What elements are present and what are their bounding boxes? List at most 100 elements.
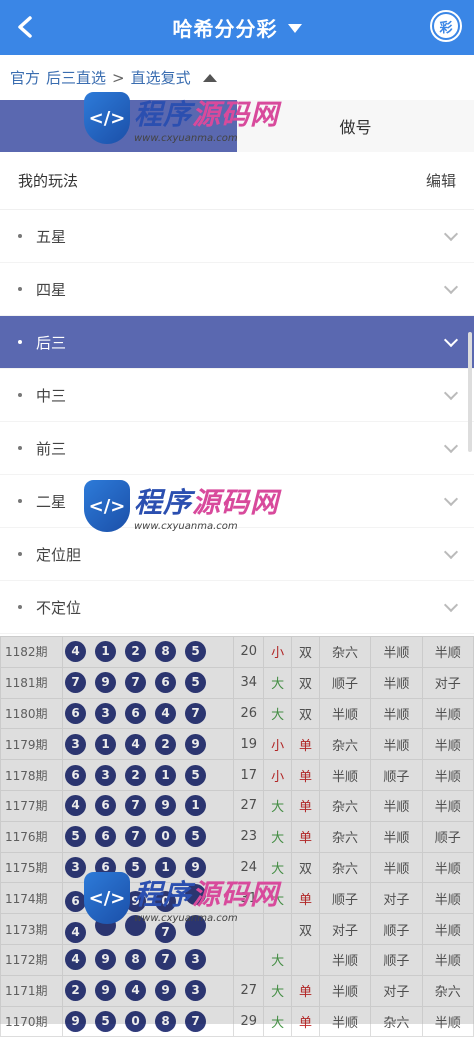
table-row: 1172期 4 9 8 7 3 大半顺 顺子 半顺 [0,943,474,976]
table-row: 1176期 5 6 7 0 5 23 大单杂六 半顺 顺子 [0,820,474,853]
form-cell: 半顺 [318,759,372,791]
odd-even-cell [291,943,320,976]
form-cell: 杂六 [370,1005,423,1037]
history-table: 1182期 4 1 2 8 5 20 小双杂六 半顺 半顺 1181期 7 9 7 6 5 34 大双顺子 半顺 对子… [0,636,474,1037]
number-ball: 4 [65,641,87,663]
odd-even-cell: 双 [291,913,320,945]
watermark-logo: </> 程序源码网 www.cxyuanma.com [84,872,279,924]
bullet-icon [18,340,22,344]
menu-header: 我的玩法 编辑 [0,152,474,210]
number-ball: 3 [95,764,117,786]
number-ball: 4 [125,733,147,755]
back-button[interactable] [10,12,40,42]
menu-item-sixing[interactable]: 四星 [0,263,474,316]
form-cell: 半顺 [370,666,423,699]
number-ball: 7 [65,672,87,694]
balls-cell: 79765 [62,666,235,699]
form-cell: 半顺 [370,820,423,853]
balls-cell: 41285 [62,636,235,668]
number-ball: 4 [155,702,177,724]
number-ball: 1 [155,764,177,786]
chevron-down-icon [443,279,459,294]
form-cell: 半顺 [421,943,474,976]
menu-item-housan[interactable]: 后三 [0,316,474,369]
breadcrumb-item[interactable]: 直选复式 [131,67,191,88]
menu-item-label: 前三 [36,439,67,458]
form-cell: 半顺 [421,697,474,730]
number-ball: 3 [185,949,207,971]
form-cell: 对子 [370,882,423,915]
breadcrumb-separator: > [112,68,125,87]
table-row: 1177期 4 6 7 9 1 27 大单杂六 半顺 半顺 [0,789,474,822]
odd-even-cell: 双 [291,697,320,730]
form-cell: 半顺 [421,728,474,761]
size-cell: 大 [263,943,293,976]
number-ball: 5 [185,826,207,848]
form-cell: 顺子 [318,666,372,699]
number-ball: 6 [65,891,87,913]
edit-button[interactable]: 编辑 [426,170,456,191]
watermark-url: www.cxyuanma.com [134,132,238,144]
watermark-url: www.cxyuanma.com [134,912,238,924]
menu-item-zhongsan[interactable]: 中三 [0,369,474,422]
number-ball: 7 [185,702,207,724]
odd-even-cell: 单 [291,974,320,1007]
menu-scrollbar[interactable] [468,332,472,452]
balls-cell: 95087 [62,1005,235,1037]
form-cell: 半顺 [318,943,372,976]
lottery-badge-button[interactable]: 彩 [430,10,462,42]
period-cell: 1172期 [0,943,64,976]
bullet-icon [18,605,22,609]
table-row: 1182期 4 1 2 8 5 20 小双杂六 半顺 半顺 [0,636,474,668]
caret-up-icon[interactable] [202,73,217,82]
odd-even-cell: 单 [291,882,320,915]
number-ball: 8 [155,641,177,663]
period-cell: 1176期 [0,820,64,853]
menu-item-wuxing[interactable]: 五星 [0,210,474,263]
number-ball: 7 [185,1010,207,1032]
period-cell: 1174期 [0,882,64,915]
balls-cell: 29493 [62,974,235,1007]
size-cell: 小 [263,759,293,791]
number-ball: 2 [65,980,87,1002]
menu-item-qiansan[interactable]: 前三 [0,422,474,475]
balls-cell: 46791 [62,789,235,822]
sum-cell: 20 [233,636,265,668]
number-ball: 5 [95,1010,117,1032]
chevron-down-icon [443,438,459,453]
number-ball: 9 [155,795,177,817]
number-ball: 2 [125,764,147,786]
form-cell: 半顺 [370,697,423,730]
breadcrumb-item[interactable]: 后三直选 [46,67,106,88]
size-cell: 大 [263,820,293,853]
watermark-logo: </> 程序源码网 www.cxyuanma.com [84,480,279,532]
number-ball: 9 [185,733,207,755]
period-cell: 1178期 [0,759,64,791]
size-cell: 小 [263,636,293,668]
form-cell: 半顺 [421,851,474,884]
size-cell: 大 [263,666,293,699]
number-ball: 1 [95,733,117,755]
sum-cell [233,943,265,976]
chevron-down-icon [443,597,459,612]
menu-item-budingwei[interactable]: 不定位 [0,581,474,634]
watermark-logo: </> 程序源码网 www.cxyuanma.com [84,92,279,144]
number-ball: 4 [125,980,147,1002]
watermark-title: 程序源码网 [134,877,280,911]
breadcrumb-item[interactable]: 官方 [10,67,40,88]
form-cell: 顺子 [421,820,474,853]
period-cell: 1180期 [0,697,64,730]
watermark-url: www.cxyuanma.com [134,520,238,532]
number-ball: 9 [95,672,117,694]
number-ball: 9 [155,980,177,1002]
form-cell: 杂六 [318,789,372,822]
number-ball: 0 [125,1010,147,1032]
sum-cell: 26 [233,697,265,730]
menu-item-dingweidan[interactable]: 定位胆 [0,528,474,581]
form-cell: 半顺 [421,913,474,945]
lottery-selector[interactable]: 哈希分分彩 [173,13,302,42]
number-ball: 7 [125,826,147,848]
menu-title: 我的玩法 [18,172,79,190]
form-cell: 顺子 [370,759,423,791]
number-ball: 7 [125,795,147,817]
